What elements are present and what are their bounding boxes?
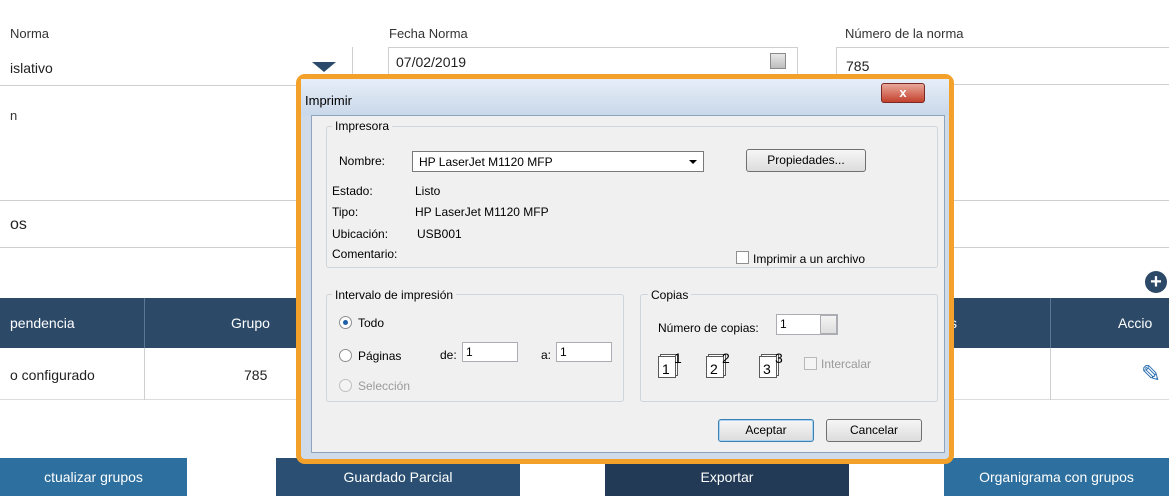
page-number: 3 [775, 350, 783, 366]
printer-name-value: HP LaserJet M1120 MFP [419, 155, 553, 169]
column-header-grupo[interactable]: Grupo [231, 298, 270, 348]
de-label: de: [440, 348, 457, 362]
nombre-label: Nombre: [339, 154, 386, 168]
paginas-label[interactable]: Páginas [358, 349, 401, 363]
calendar-icon[interactable] [770, 53, 786, 69]
page-number: 2 [710, 361, 718, 377]
ubicacion-value: USB001 [417, 227, 462, 241]
a-label: a: [541, 348, 552, 362]
comentario-label: Comentario: [332, 247, 398, 261]
a-input[interactable]: 1 [556, 342, 612, 362]
imprimir-archivo-label[interactable]: Imprimir a un archivo [753, 252, 865, 266]
ubicacion-label: Ubicación: [332, 227, 389, 241]
divider [940, 200, 1169, 201]
estado-value: Listo [415, 184, 441, 198]
todo-radio[interactable] [339, 316, 352, 329]
cell-dependencia: o configurado [10, 367, 95, 383]
tipo-label: Tipo: [332, 205, 359, 219]
divider [0, 247, 300, 248]
column-separator [144, 298, 145, 348]
organigrama-button[interactable]: Organigrama con grupos [944, 458, 1169, 496]
page-number: 3 [763, 361, 771, 377]
print-dialog: Imprimir x Impresora Nombre: HP LaserJet… [296, 74, 954, 464]
copias-group-title: Copias [648, 288, 692, 302]
dialog-body: Impresora Nombre: HP LaserJet M1120 MFP … [311, 115, 945, 453]
impresora-group-title: Impresora [332, 119, 393, 133]
copias-group [640, 294, 938, 402]
aceptar-button[interactable]: Aceptar [718, 419, 814, 442]
actualizar-grupos-button[interactable]: ctualizar grupos [0, 458, 187, 496]
dialog-titlebar[interactable]: Imprimir x [301, 79, 949, 115]
tipo-norma-value[interactable]: islativo [10, 60, 53, 76]
close-icon[interactable]: x [881, 83, 925, 103]
cell-grupo: 785 [244, 367, 268, 383]
intercalar-checkbox[interactable] [804, 357, 817, 370]
descripcion-label: n [10, 108, 18, 123]
todo-label[interactable]: Todo [358, 316, 384, 330]
numero-copias-label: Número de copias: [658, 321, 759, 335]
fecha-norma-value: 07/02/2019 [396, 54, 467, 70]
divider [940, 247, 1169, 248]
divider [144, 348, 145, 400]
divider [0, 200, 300, 201]
chevron-down-icon [689, 160, 697, 164]
copias-spinner[interactable] [820, 315, 837, 334]
add-icon[interactable]: + [1145, 271, 1167, 293]
divider [1050, 348, 1051, 400]
fecha-norma-label: Fecha Norma [389, 26, 468, 41]
tipo-value: HP LaserJet M1120 MFP [415, 205, 549, 219]
de-input[interactable]: 1 [462, 342, 518, 362]
page-number: 1 [662, 361, 670, 377]
section-title: os [10, 216, 27, 233]
cancelar-button[interactable]: Cancelar [826, 419, 922, 442]
printer-name-select[interactable]: HP LaserJet M1120 MFP [412, 151, 704, 172]
column-header-dependencia[interactable]: pendencia [10, 298, 75, 348]
imprimir-archivo-checkbox[interactable] [736, 251, 749, 264]
propiedades-button[interactable]: Propiedades... [746, 149, 866, 172]
intervalo-group-title: Intervalo de impresión [332, 288, 457, 302]
dialog-title: Imprimir [305, 93, 352, 108]
column-header-acciones: Accio [1118, 315, 1153, 331]
paginas-radio[interactable] [339, 349, 352, 362]
seleccion-label: Selección [358, 379, 411, 393]
numero-norma-value: 785 [846, 58, 870, 74]
page-number: 1 [674, 350, 682, 366]
numero-norma-label: Número de la norma [845, 26, 964, 41]
column-separator [1050, 298, 1051, 348]
page-number: 2 [722, 350, 730, 366]
tipo-norma-label: Norma [10, 26, 50, 41]
intercalar-label: Intercalar [821, 357, 872, 371]
tipo-norma-dropdown-icon[interactable] [312, 62, 336, 72]
edit-pencil-icon[interactable]: ✎ [1141, 360, 1161, 389]
estado-label: Estado: [332, 184, 373, 198]
seleccion-radio[interactable] [339, 379, 352, 392]
